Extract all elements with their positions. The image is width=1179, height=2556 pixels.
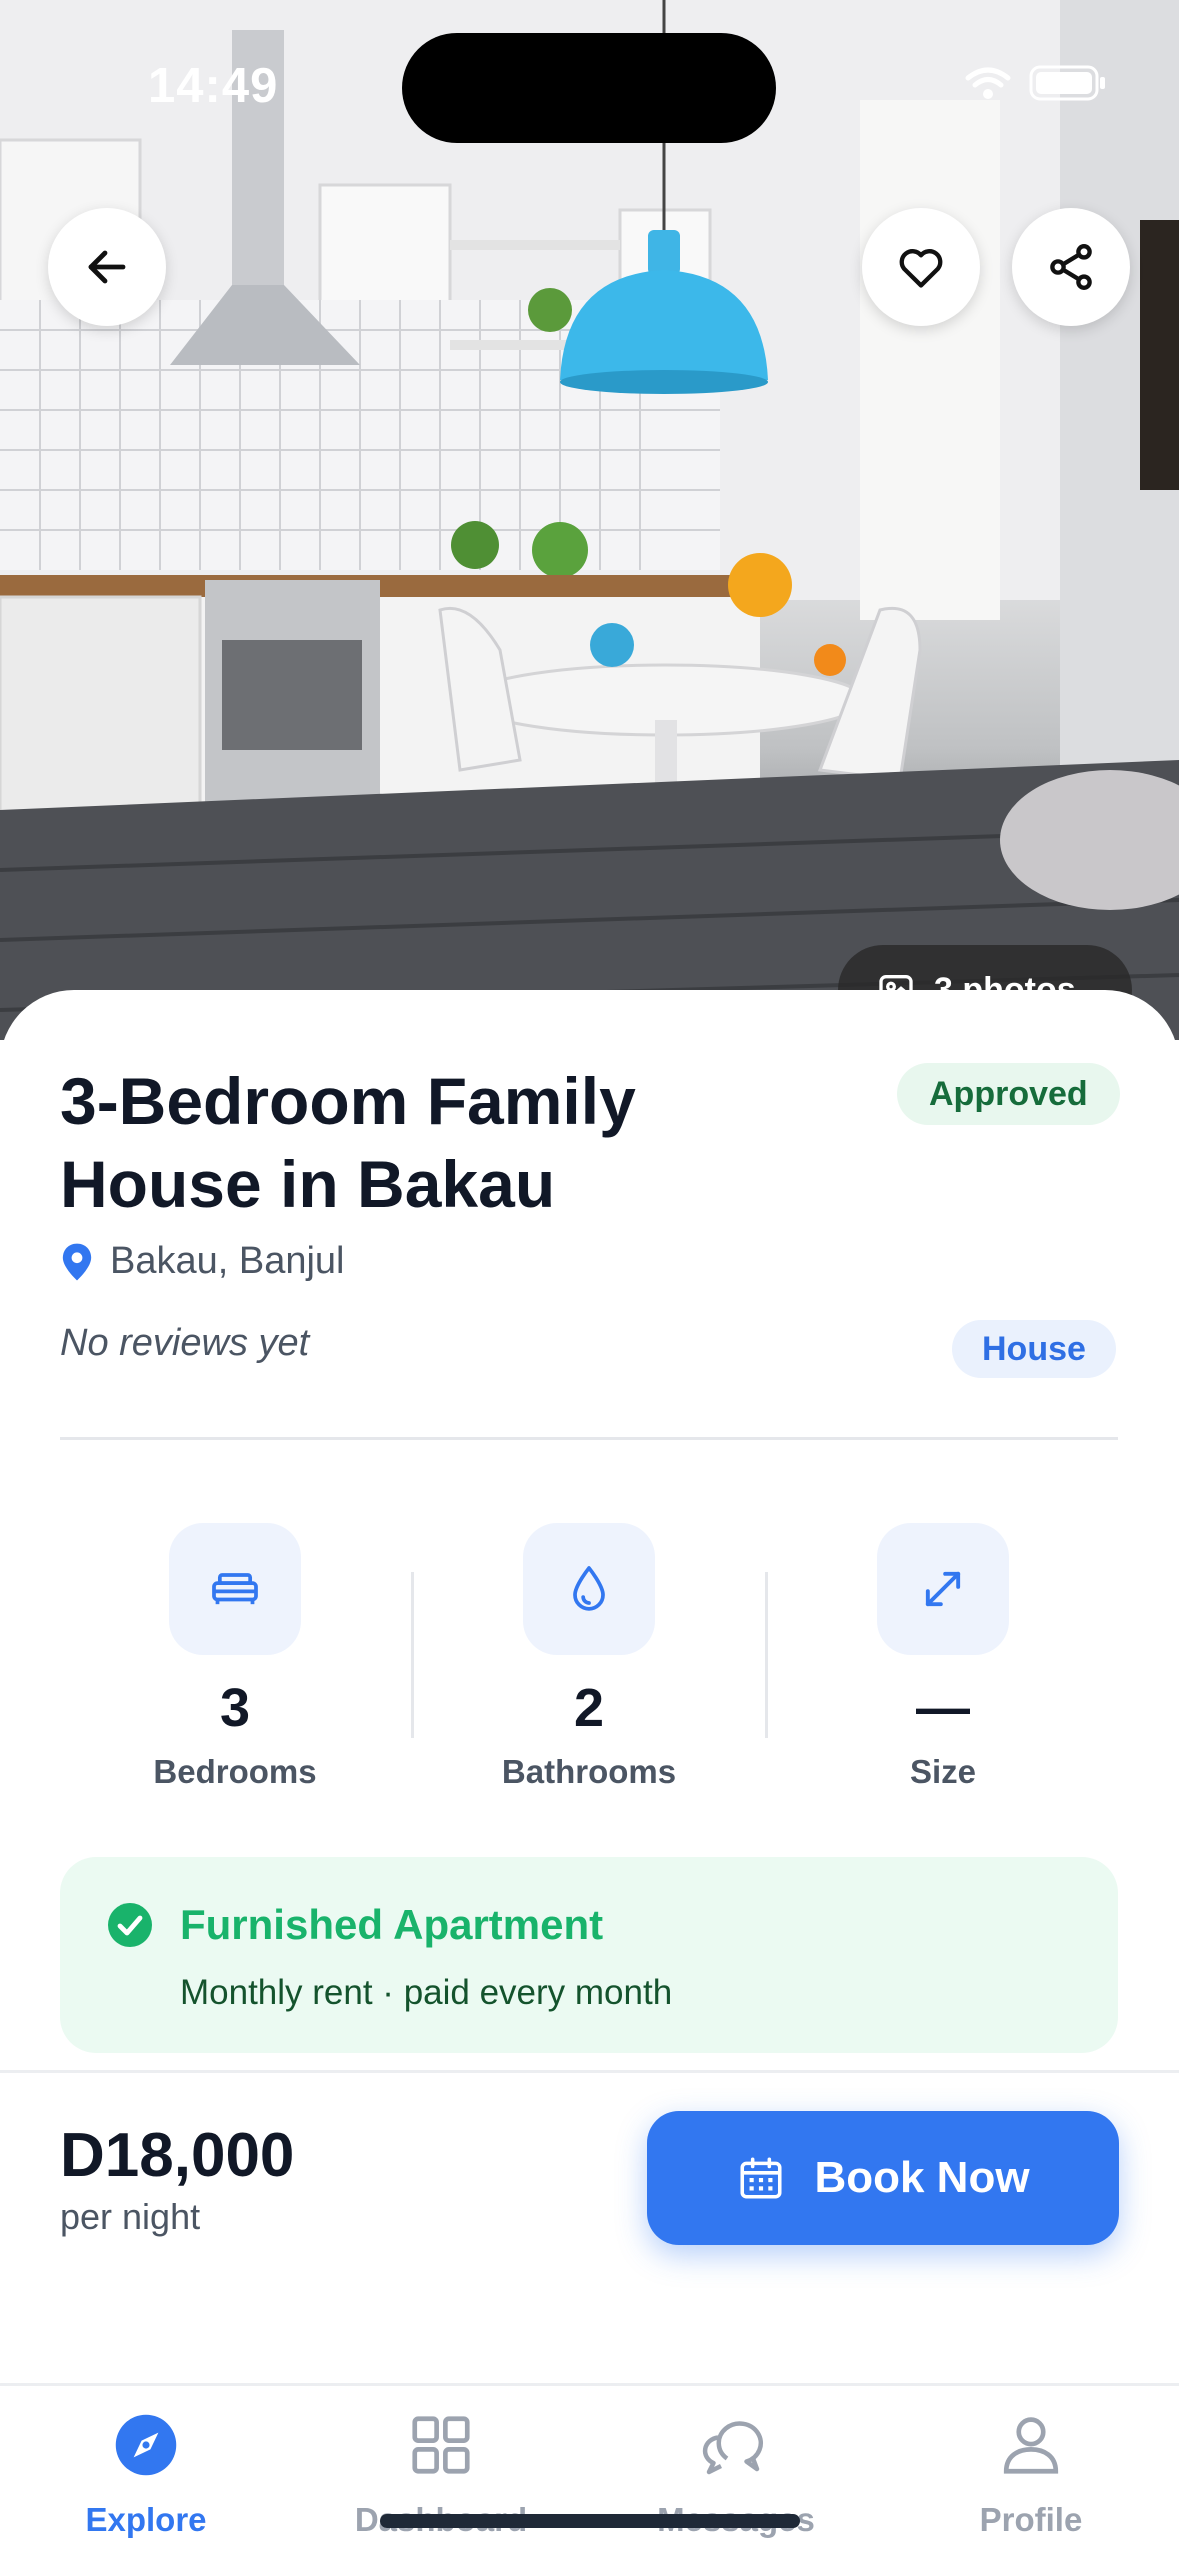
property-type-badge: House (952, 1320, 1116, 1378)
stat-divider (765, 1572, 768, 1738)
tab-explore-label: Explore (85, 2501, 207, 2538)
listing-title-line2: House in Bakau (60, 1147, 556, 1221)
grid-icon (412, 2416, 470, 2474)
price-value: D18,000 (60, 2121, 295, 2190)
stat-bathrooms: 2 Bathrooms (469, 1523, 709, 1791)
price-unit: per night (60, 2196, 201, 2237)
share-button[interactable] (1012, 208, 1130, 326)
compass-icon (115, 2414, 177, 2476)
status-icons (965, 64, 1107, 102)
tab-profile-label: Profile (979, 2501, 1083, 2538)
reviews-text: No reviews yet (60, 1322, 310, 1364)
location-pin-icon (62, 1243, 92, 1280)
status-badge: Approved (897, 1063, 1120, 1125)
listing-title-line1: 3-Bedroom Family (60, 1064, 636, 1138)
stat-divider (411, 1572, 414, 1738)
section-divider (60, 1437, 1118, 1440)
bed-icon (212, 1573, 258, 1605)
book-now-button[interactable]: Book Now (647, 2111, 1119, 2245)
water-drop-icon (573, 1566, 605, 1611)
bathrooms-value: 2 (573, 1678, 605, 1738)
listing-title: 3-Bedroom Family House in Bakau (60, 1060, 840, 1226)
location-text: Bakau, Banjul (110, 1240, 345, 1282)
size-label: Size (909, 1753, 977, 1790)
book-now-label: Book Now (814, 2153, 1030, 2202)
tab-explore[interactable]: Explore (16, 2405, 276, 2539)
hero-photo[interactable]: 14:49 3 photos (0, 0, 1179, 1040)
expand-arrows-icon (925, 1571, 961, 1607)
bedrooms-value: 3 (219, 1678, 251, 1738)
back-button[interactable] (48, 208, 166, 326)
bathrooms-label: Bathrooms (501, 1753, 677, 1790)
heart-icon (899, 249, 943, 288)
share-icon (1050, 244, 1092, 290)
size-value: — (916, 1678, 970, 1738)
battery-icon (1029, 65, 1105, 101)
favorite-button[interactable] (862, 208, 980, 326)
stat-bedrooms: 3 Bedrooms (115, 1523, 355, 1791)
chat-bubbles-icon (702, 2421, 764, 2475)
arrow-left-icon (88, 250, 126, 284)
wifi-icon (965, 67, 1011, 99)
calendar-icon (740, 2157, 782, 2199)
furnished-card: Furnished Apartment Monthly rent · paid … (60, 1857, 1118, 2053)
status-time: 14:49 (148, 59, 279, 113)
bedrooms-label: Bedrooms (153, 1753, 317, 1790)
home-indicator (380, 2514, 800, 2528)
dynamic-island (402, 33, 776, 143)
user-icon (1003, 2417, 1059, 2474)
kitchen-photo (0, 0, 1179, 1040)
furnished-subtitle: Monthly rent · paid every month (180, 1973, 673, 2012)
stat-size: — Size (823, 1523, 1063, 1791)
check-circle-icon (108, 1903, 152, 1947)
furnished-title: Furnished Apartment (180, 1901, 604, 1948)
tab-profile[interactable]: Profile (901, 2405, 1161, 2539)
location-row: Bakau, Banjul (60, 1240, 345, 1283)
